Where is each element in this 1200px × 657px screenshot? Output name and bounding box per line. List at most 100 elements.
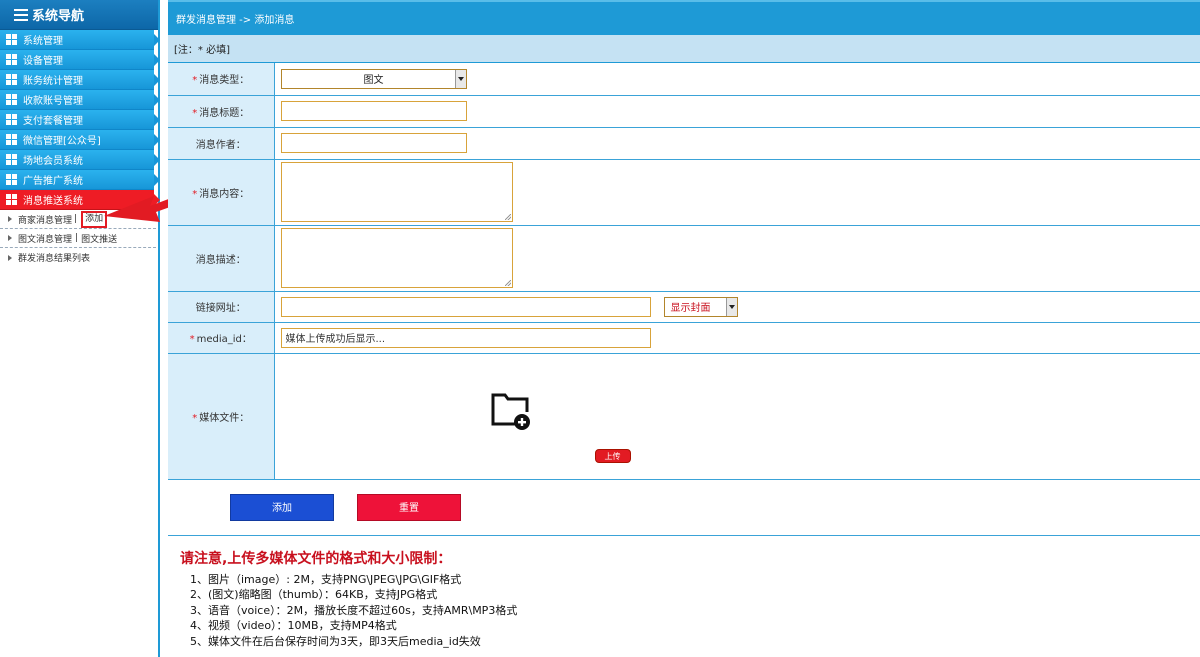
breadcrumb: 群发消息管理 -> 添加消息	[168, 0, 1200, 35]
required-note: [注：* 必填]	[168, 35, 1200, 63]
message-description-textarea[interactable]	[280, 228, 513, 288]
message-form: * 消息类型： 图文 * 消息标题： 消息作者： * 消息内容： 消息描述： 链…	[168, 63, 1200, 480]
triangle-right-icon	[8, 254, 12, 261]
list-item: 4、视频（video）：10MB，支持MP4格式	[190, 619, 397, 632]
message-title-input[interactable]	[280, 101, 467, 121]
sidebar: 系统导航 系统管理 设备管理 账务统计管理 收款账号管理 支付套餐管理 微信管理…	[0, 0, 160, 657]
list-item: 2、(图文)缩略图（thumb）：64KB，支持JPG格式	[190, 588, 438, 601]
upload-limits-notes: 请注意,上传多媒体文件的格式和大小限制： 1、图片（image）: 2M，支持P…	[168, 536, 1200, 650]
notes-title: 请注意,上传多媒体文件的格式和大小限制：	[180, 550, 452, 567]
nav-item-label: 收款账号管理	[23, 96, 83, 107]
description-label: 消息描述：	[195, 254, 246, 266]
nav-title: 系统导航	[0, 0, 158, 30]
required-mark: *	[192, 188, 198, 200]
nav-item-system[interactable]: 系统管理	[0, 30, 160, 50]
grid-icon	[6, 74, 17, 85]
triangle-right-icon	[8, 216, 12, 222]
upload-button[interactable]: 上传	[594, 449, 631, 463]
form-label: * 消息内容：	[168, 159, 275, 226]
required-mark: *	[192, 107, 198, 119]
form-label: * 消息标题：	[168, 95, 275, 128]
sub-item-separator: |	[75, 233, 79, 243]
chevron-down-icon[interactable]	[454, 69, 466, 88]
form-row-title: * 消息标题：	[168, 95, 1200, 128]
required-mark: *	[189, 334, 195, 345]
nav-title-text: 系统导航	[32, 9, 85, 24]
sub-item-separator: |	[74, 214, 78, 224]
message-author-input[interactable]	[280, 133, 467, 153]
nav-item-label: 微信管理[公众号]	[23, 136, 101, 147]
triangle-right-icon	[8, 235, 12, 241]
nav-item-advertising[interactable]: 广告推广系统	[0, 170, 160, 190]
content-label: 消息内容：	[199, 188, 250, 200]
nav-item-receiving-accounts[interactable]: 收款账号管理	[0, 90, 160, 110]
list-item: 3、语音（voice）：2M，播放长度不超过60s，支持AMR\MP3格式	[190, 603, 518, 617]
button-row: 添加 重置	[168, 480, 1200, 536]
nav-item-label: 支付套餐管理	[23, 116, 83, 127]
grid-icon	[6, 114, 17, 125]
grid-icon	[6, 34, 17, 45]
add-button[interactable]: 添加	[230, 493, 334, 521]
media-id-value: 媒体上传成功后显示...	[285, 334, 386, 345]
menu-list-icon	[14, 8, 28, 21]
message-content-textarea[interactable]	[280, 162, 513, 222]
form-row-media-id: * media_id： 媒体上传成功后显示...	[168, 322, 1200, 354]
form-field: 媒体上传成功后显示...	[274, 322, 1200, 354]
nav-item-venue-members[interactable]: 场地会员系统	[0, 150, 160, 170]
media-id-label: media_id：	[196, 334, 252, 345]
breadcrumb-text: 群发消息管理 -> 添加消息	[176, 15, 295, 26]
link-url-input[interactable]	[280, 296, 651, 317]
form-row-content: * 消息内容：	[168, 159, 1200, 226]
required-note-text: [注：* 必填]	[174, 45, 230, 56]
link-label: 链接网址：	[195, 303, 246, 314]
required-mark: *	[192, 75, 198, 87]
main-content: 群发消息管理 -> 添加消息 [注：* 必填] * 消息类型： 图文 * 消息标题：	[168, 0, 1200, 657]
nav-item-message-push[interactable]: 消息推送系统	[0, 190, 160, 210]
form-field	[274, 95, 1200, 128]
grid-icon	[6, 134, 17, 145]
author-label: 消息作者：	[195, 139, 246, 151]
nav-item-label: 系统管理	[23, 36, 63, 47]
list-item: 5、媒体文件在后台保存时间为3天，即3天后media_id失效	[190, 634, 481, 648]
form-label: * 媒体文件：	[168, 353, 275, 480]
sub-item-broadcast-results[interactable]: 群发消息结果列表	[0, 248, 156, 267]
form-label: 消息作者：	[168, 127, 275, 160]
nav-item-label: 设备管理	[23, 56, 63, 67]
message-type-select[interactable]: 图文	[280, 68, 467, 89]
sub-item-push-link[interactable]: 图文推送	[81, 232, 117, 245]
media-file-label: 媒体文件：	[199, 412, 250, 424]
grid-icon	[6, 174, 17, 185]
grid-icon	[6, 194, 17, 205]
nav-item-wechat[interactable]: 微信管理[公众号]	[0, 130, 160, 150]
folder-add-icon[interactable]	[491, 392, 533, 430]
form-field	[274, 127, 1200, 160]
form-field	[274, 225, 1200, 292]
grid-icon	[6, 94, 17, 105]
sub-item-merchant-messages[interactable]: 商家消息管理 | 添加	[0, 210, 156, 229]
nav-item-accounting[interactable]: 账务统计管理	[0, 70, 160, 90]
media-id-input[interactable]: 媒体上传成功后显示...	[280, 327, 651, 348]
form-field: 上传	[274, 353, 1200, 480]
form-label: 链接网址：	[168, 291, 275, 323]
form-row-media-file: * 媒体文件： 上传	[168, 353, 1200, 480]
chevron-down-icon[interactable]	[725, 297, 737, 316]
cover-display-select[interactable]: 显示封面	[663, 296, 738, 317]
list-item: 1、图片（image）: 2M，支持PNG\JPEG\JPG\GIF格式	[190, 572, 462, 586]
sub-item-article-messages[interactable]: 图文消息管理 | 图文推送	[0, 229, 156, 248]
form-field	[274, 159, 1200, 226]
grid-icon	[6, 54, 17, 65]
form-label: 消息描述：	[168, 225, 275, 292]
cover-display-value: 显示封面	[670, 303, 711, 314]
form-label: * 消息类型：	[168, 63, 275, 96]
sub-item-label[interactable]: 群发消息结果列表	[18, 251, 90, 264]
form-row-type: * 消息类型： 图文	[168, 63, 1200, 96]
form-row-description: 消息描述：	[168, 225, 1200, 292]
reset-button[interactable]: 重置	[357, 493, 461, 521]
nav-item-label: 消息推送系统	[23, 196, 83, 207]
sub-item-label[interactable]: 图文消息管理	[18, 232, 72, 245]
nav-item-payment-packages[interactable]: 支付套餐管理	[0, 110, 160, 130]
required-mark: *	[192, 412, 198, 424]
sub-item-add-link[interactable]: 添加	[81, 210, 108, 228]
sub-item-label[interactable]: 商家消息管理	[18, 213, 72, 226]
nav-item-devices[interactable]: 设备管理	[0, 50, 160, 70]
